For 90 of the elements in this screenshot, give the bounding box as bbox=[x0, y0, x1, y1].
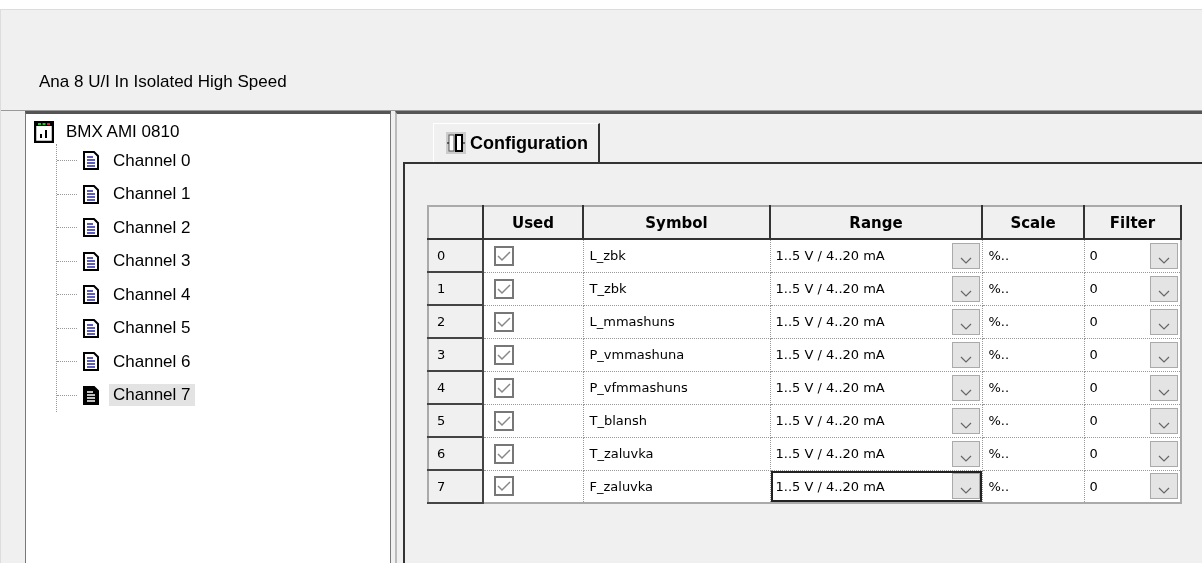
caret-icon bbox=[1158, 322, 1170, 331]
checkbox[interactable] bbox=[494, 476, 514, 497]
row-header: 2 bbox=[428, 305, 483, 338]
tree-item[interactable]: Channel 5 bbox=[109, 317, 195, 340]
filter-dropdown[interactable]: 0 bbox=[1084, 437, 1180, 470]
range-dropdown[interactable]: 1..5 V / 4..20 mA bbox=[770, 240, 982, 272]
tree-item[interactable]: Channel 6 bbox=[109, 350, 195, 373]
column-header[interactable]: Scale bbox=[982, 206, 1084, 239]
table-cell[interactable]: %.. bbox=[982, 437, 1084, 470]
filter-dropdown[interactable]: 0 bbox=[1084, 404, 1180, 437]
filter-dropdown[interactable]: 0 bbox=[1084, 305, 1180, 338]
tree-item[interactable]: Channel 3 bbox=[109, 250, 195, 273]
row-header: 1 bbox=[428, 272, 483, 305]
document-icon bbox=[83, 151, 99, 171]
range-dropdown[interactable]: 1..5 V / 4..20 mA bbox=[770, 470, 982, 502]
table-cell: F_zaluvka bbox=[583, 470, 770, 503]
range-dropdown[interactable]: 1..5 V / 4..20 mA bbox=[770, 404, 982, 437]
range-dropdown[interactable]: 1..5 V / 4..20 mA bbox=[770, 437, 982, 470]
caret-icon bbox=[959, 256, 972, 265]
caret-icon bbox=[959, 421, 972, 430]
document-icon bbox=[83, 285, 99, 305]
row-header: 0 bbox=[428, 239, 483, 272]
document-icon bbox=[83, 318, 99, 338]
tab[interactable]: Configuration bbox=[433, 123, 600, 162]
range-dropdown[interactable]: 1..5 V / 4..20 mA bbox=[770, 371, 982, 404]
table-cell[interactable]: %.. bbox=[982, 338, 1084, 371]
checkbox[interactable] bbox=[494, 245, 514, 266]
tree-item[interactable]: BMX AMI 0810 bbox=[66, 122, 180, 142]
caret-icon bbox=[959, 454, 972, 463]
table-cell: L_mmashuns bbox=[583, 305, 770, 338]
table-cell: T_zbk bbox=[583, 272, 770, 305]
tree-item[interactable]: Channel 4 bbox=[109, 283, 195, 306]
checkbox[interactable] bbox=[494, 443, 514, 464]
table-cell: P_vfmmashuns bbox=[583, 371, 770, 404]
tree-item[interactable]: Channel 2 bbox=[109, 216, 195, 239]
checkbox[interactable] bbox=[494, 311, 514, 332]
table-cell: T_zaluvka bbox=[583, 437, 770, 470]
range-dropdown[interactable]: 1..5 V / 4..20 mA bbox=[770, 272, 982, 305]
range-dropdown[interactable]: 1..5 V / 4..20 mA bbox=[770, 305, 982, 338]
range-dropdown[interactable]: 1..5 V / 4..20 mA bbox=[770, 338, 982, 371]
caret-icon bbox=[959, 355, 972, 364]
document-icon bbox=[83, 251, 99, 271]
filter-dropdown[interactable]: 0 bbox=[1084, 272, 1180, 305]
filter-dropdown[interactable]: 0 bbox=[1084, 470, 1180, 502]
table-cell: L_zbk bbox=[583, 239, 770, 272]
document-icon bbox=[83, 352, 99, 372]
column-header[interactable]: Filter bbox=[1084, 206, 1181, 239]
caret-icon bbox=[959, 322, 972, 331]
table-cell: P_vmmashuna bbox=[583, 338, 770, 371]
document-icon bbox=[83, 385, 99, 405]
row-header: 5 bbox=[428, 404, 483, 437]
table-cell[interactable]: %.. bbox=[982, 470, 1084, 503]
filter-dropdown[interactable]: 0 bbox=[1084, 240, 1180, 272]
tree-item[interactable]: Channel 0 bbox=[109, 149, 195, 172]
checkbox[interactable] bbox=[494, 278, 514, 299]
filter-dropdown[interactable]: 0 bbox=[1084, 338, 1180, 371]
row-header: 4 bbox=[428, 371, 483, 404]
filter-dropdown[interactable]: 0 bbox=[1084, 371, 1180, 404]
module-title: Ana 8 U/I In Isolated High Speed bbox=[39, 72, 287, 92]
caret-icon bbox=[1158, 487, 1170, 496]
caret-icon bbox=[959, 289, 972, 298]
row-header: 7 bbox=[428, 470, 483, 503]
io-module-icon bbox=[446, 132, 466, 154]
row-header: 6 bbox=[428, 437, 483, 470]
checkbox[interactable] bbox=[494, 377, 514, 398]
checkbox[interactable] bbox=[494, 344, 514, 365]
column-header[interactable]: Range bbox=[770, 206, 982, 239]
tree-item[interactable]: Channel 7 bbox=[109, 384, 195, 407]
column-header[interactable]: Used bbox=[483, 206, 583, 239]
table-cell: T_blansh bbox=[583, 404, 770, 437]
table-cell[interactable]: %.. bbox=[982, 371, 1084, 404]
caret-icon bbox=[959, 388, 972, 397]
row-header: 3 bbox=[428, 338, 483, 371]
tree-item[interactable]: Channel 1 bbox=[109, 183, 195, 206]
caret-icon bbox=[1158, 421, 1170, 430]
table-cell[interactable]: %.. bbox=[982, 272, 1084, 305]
document-icon bbox=[83, 184, 99, 204]
caret-icon bbox=[1158, 256, 1170, 265]
caret-icon bbox=[1158, 355, 1170, 364]
document-icon bbox=[83, 218, 99, 238]
module-icon bbox=[34, 121, 54, 143]
caret-icon bbox=[1158, 454, 1170, 463]
caret-icon bbox=[959, 487, 972, 496]
column-header[interactable]: Symbol bbox=[583, 206, 770, 239]
caret-icon bbox=[1158, 289, 1170, 298]
checkbox[interactable] bbox=[494, 410, 514, 431]
table-cell[interactable]: %.. bbox=[982, 305, 1084, 338]
table-cell[interactable]: %.. bbox=[982, 239, 1084, 272]
table-cell[interactable]: %.. bbox=[982, 404, 1084, 437]
caret-icon bbox=[1158, 388, 1170, 397]
